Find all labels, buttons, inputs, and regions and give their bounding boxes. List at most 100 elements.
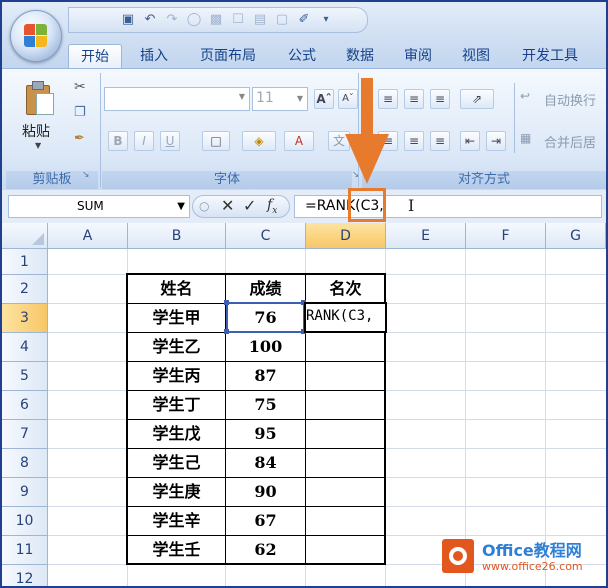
row-header-10[interactable]: 10 — [2, 507, 48, 536]
cancel-icon[interactable]: ✕ — [221, 196, 234, 215]
row-header-5[interactable]: 5 — [2, 362, 48, 391]
name-cell[interactable]: 学生辛 — [128, 507, 225, 535]
spreadsheet-grid[interactable]: A B C D E F G 1 2 3 4 5 6 7 8 9 10 11 12 — [2, 223, 606, 586]
row-header-9[interactable]: 9 — [2, 478, 48, 507]
grow-font-icon[interactable]: Aˆ — [314, 89, 334, 109]
row-header-3[interactable]: 3 — [2, 304, 48, 333]
select-all-corner[interactable] — [2, 223, 48, 249]
underline-icon[interactable]: U — [160, 131, 180, 151]
row-header-2[interactable]: 2 — [2, 275, 48, 304]
font-size-field[interactable]: 11 ▼ — [252, 87, 308, 111]
enter-icon[interactable]: ✓ — [243, 196, 256, 215]
name-cell[interactable]: 学生壬 — [128, 536, 225, 564]
undo-icon[interactable]: ↶ — [141, 12, 159, 28]
office-button[interactable] — [10, 10, 62, 62]
tab-review[interactable]: 审阅 — [394, 44, 442, 68]
decrease-indent-icon[interactable]: ⇤ — [460, 131, 480, 151]
format-painter-icon[interactable]: ✒ — [74, 131, 85, 146]
header-score[interactable]: 成绩 — [226, 275, 305, 303]
insert-function-icon[interactable]: fx — [267, 197, 277, 216]
score-cell[interactable]: 67 — [226, 507, 305, 535]
score-cell[interactable]: 84 — [226, 449, 305, 477]
wrap-text-button[interactable]: ↩ 自动换行 — [520, 89, 606, 109]
clear-icon[interactable]: ✐ — [295, 12, 313, 28]
tab-developer[interactable]: 开发工具 — [510, 44, 590, 68]
score-cell[interactable]: 75 — [226, 391, 305, 419]
tab-formulas[interactable]: 公式 — [278, 44, 326, 68]
text-cursor-icon: I — [408, 196, 415, 215]
column-header-d[interactable]: D — [306, 223, 386, 249]
column-header-b[interactable]: B — [128, 223, 226, 249]
clipboard-launcher-icon[interactable]: ↘ — [82, 170, 90, 180]
name-cell[interactable]: 学生甲 — [128, 304, 225, 332]
align-middle-icon[interactable]: ≡ — [404, 89, 424, 109]
row-header-12[interactable]: 12 — [2, 565, 48, 586]
column-header-c[interactable]: C — [226, 223, 306, 249]
column-header-f[interactable]: F — [466, 223, 546, 249]
score-cell[interactable]: 87 — [226, 362, 305, 390]
active-cell-d3[interactable]: RANK(C3, — [304, 302, 387, 333]
align-right-icon[interactable]: ≡ — [430, 131, 450, 151]
tab-view[interactable]: 视图 — [452, 44, 500, 68]
merge-icon: ▦ — [520, 131, 532, 145]
preview-icon[interactable]: ☐ — [229, 12, 247, 28]
office-logo-icon — [24, 24, 48, 48]
ribbon: 粘贴 ▼ ✂ ❐ ✒ 剪贴板 ↘ ▼ 11 ▼ Aˆ Aˇ B I U □ ◈ … — [2, 68, 606, 192]
header-rank[interactable]: 名次 — [306, 275, 385, 303]
increase-indent-icon[interactable]: ⇥ — [486, 131, 506, 151]
name-box[interactable]: SUM ▼ — [8, 195, 190, 218]
new-doc-icon[interactable]: ▢ — [273, 12, 291, 28]
form-icon[interactable]: ▤ — [251, 12, 269, 28]
row-header-7[interactable]: 7 — [2, 420, 48, 449]
chevron-down-icon[interactable]: ▼ — [35, 141, 41, 150]
name-cell[interactable]: 学生乙 — [128, 333, 225, 361]
customize-qat-icon[interactable]: ▾ — [317, 12, 335, 28]
score-cell[interactable]: 95 — [226, 420, 305, 448]
row-header-11[interactable]: 11 — [2, 536, 48, 565]
save-icon[interactable]: ▣ — [119, 12, 137, 28]
tab-insert[interactable]: 插入 — [130, 44, 178, 68]
column-header-a[interactable]: A — [48, 223, 128, 249]
chevron-down-icon[interactable]: ▼ — [177, 196, 185, 217]
italic-icon[interactable]: I — [134, 131, 154, 151]
score-cell[interactable]: 90 — [226, 478, 305, 506]
name-cell[interactable]: 学生丙 — [128, 362, 225, 390]
align-bottom-icon[interactable]: ≡ — [430, 89, 450, 109]
bold-icon[interactable]: B — [108, 131, 128, 151]
formula-bar: SUM ▼ ○ ✕ ✓ fx =RANK(C3, I — [2, 190, 606, 223]
paste-icon[interactable] — [24, 81, 54, 117]
row-header-1[interactable]: 1 — [2, 249, 48, 275]
row-header-4[interactable]: 4 — [2, 333, 48, 362]
office-watermark-icon — [442, 539, 474, 573]
column-header-g[interactable]: G — [546, 223, 606, 249]
header-name[interactable]: 姓名 — [128, 275, 225, 303]
orientation-icon[interactable]: ⇗ — [460, 89, 494, 109]
font-name-field[interactable]: ▼ — [104, 87, 250, 111]
range-handle[interactable] — [224, 300, 229, 305]
tab-page-layout[interactable]: 页面布局 — [188, 44, 268, 68]
tab-data[interactable]: 数据 — [336, 44, 384, 68]
row-header-8[interactable]: 8 — [2, 449, 48, 478]
border-icon[interactable]: □ — [202, 131, 230, 151]
name-cell[interactable]: 学生丁 — [128, 391, 225, 419]
range-handle[interactable] — [224, 329, 229, 334]
name-cell[interactable]: 学生己 — [128, 449, 225, 477]
redo-icon[interactable]: ↷ — [163, 12, 181, 28]
align-center-icon[interactable]: ≡ — [404, 131, 424, 151]
paste-button[interactable]: 粘贴 — [22, 121, 50, 141]
circle-icon[interactable]: ◯ — [185, 12, 203, 28]
cut-icon[interactable]: ✂ — [74, 79, 86, 95]
fill-color-icon[interactable]: ◈ — [242, 131, 276, 151]
score-cell[interactable]: 62 — [226, 536, 305, 564]
score-cell[interactable]: 100 — [226, 333, 305, 361]
tab-home[interactable]: 开始 — [68, 44, 122, 69]
name-cell[interactable]: 学生戊 — [128, 420, 225, 448]
name-cell[interactable]: 学生庚 — [128, 478, 225, 506]
merge-center-button[interactable]: ▦ 合并后居 — [520, 131, 606, 151]
formula-input[interactable]: =RANK(C3, — [294, 195, 602, 218]
font-color-icon[interactable]: A — [284, 131, 314, 151]
column-header-e[interactable]: E — [386, 223, 466, 249]
row-header-6[interactable]: 6 — [2, 391, 48, 420]
copy-icon[interactable]: ❐ — [74, 105, 86, 120]
print-icon[interactable]: ▩ — [207, 12, 225, 28]
